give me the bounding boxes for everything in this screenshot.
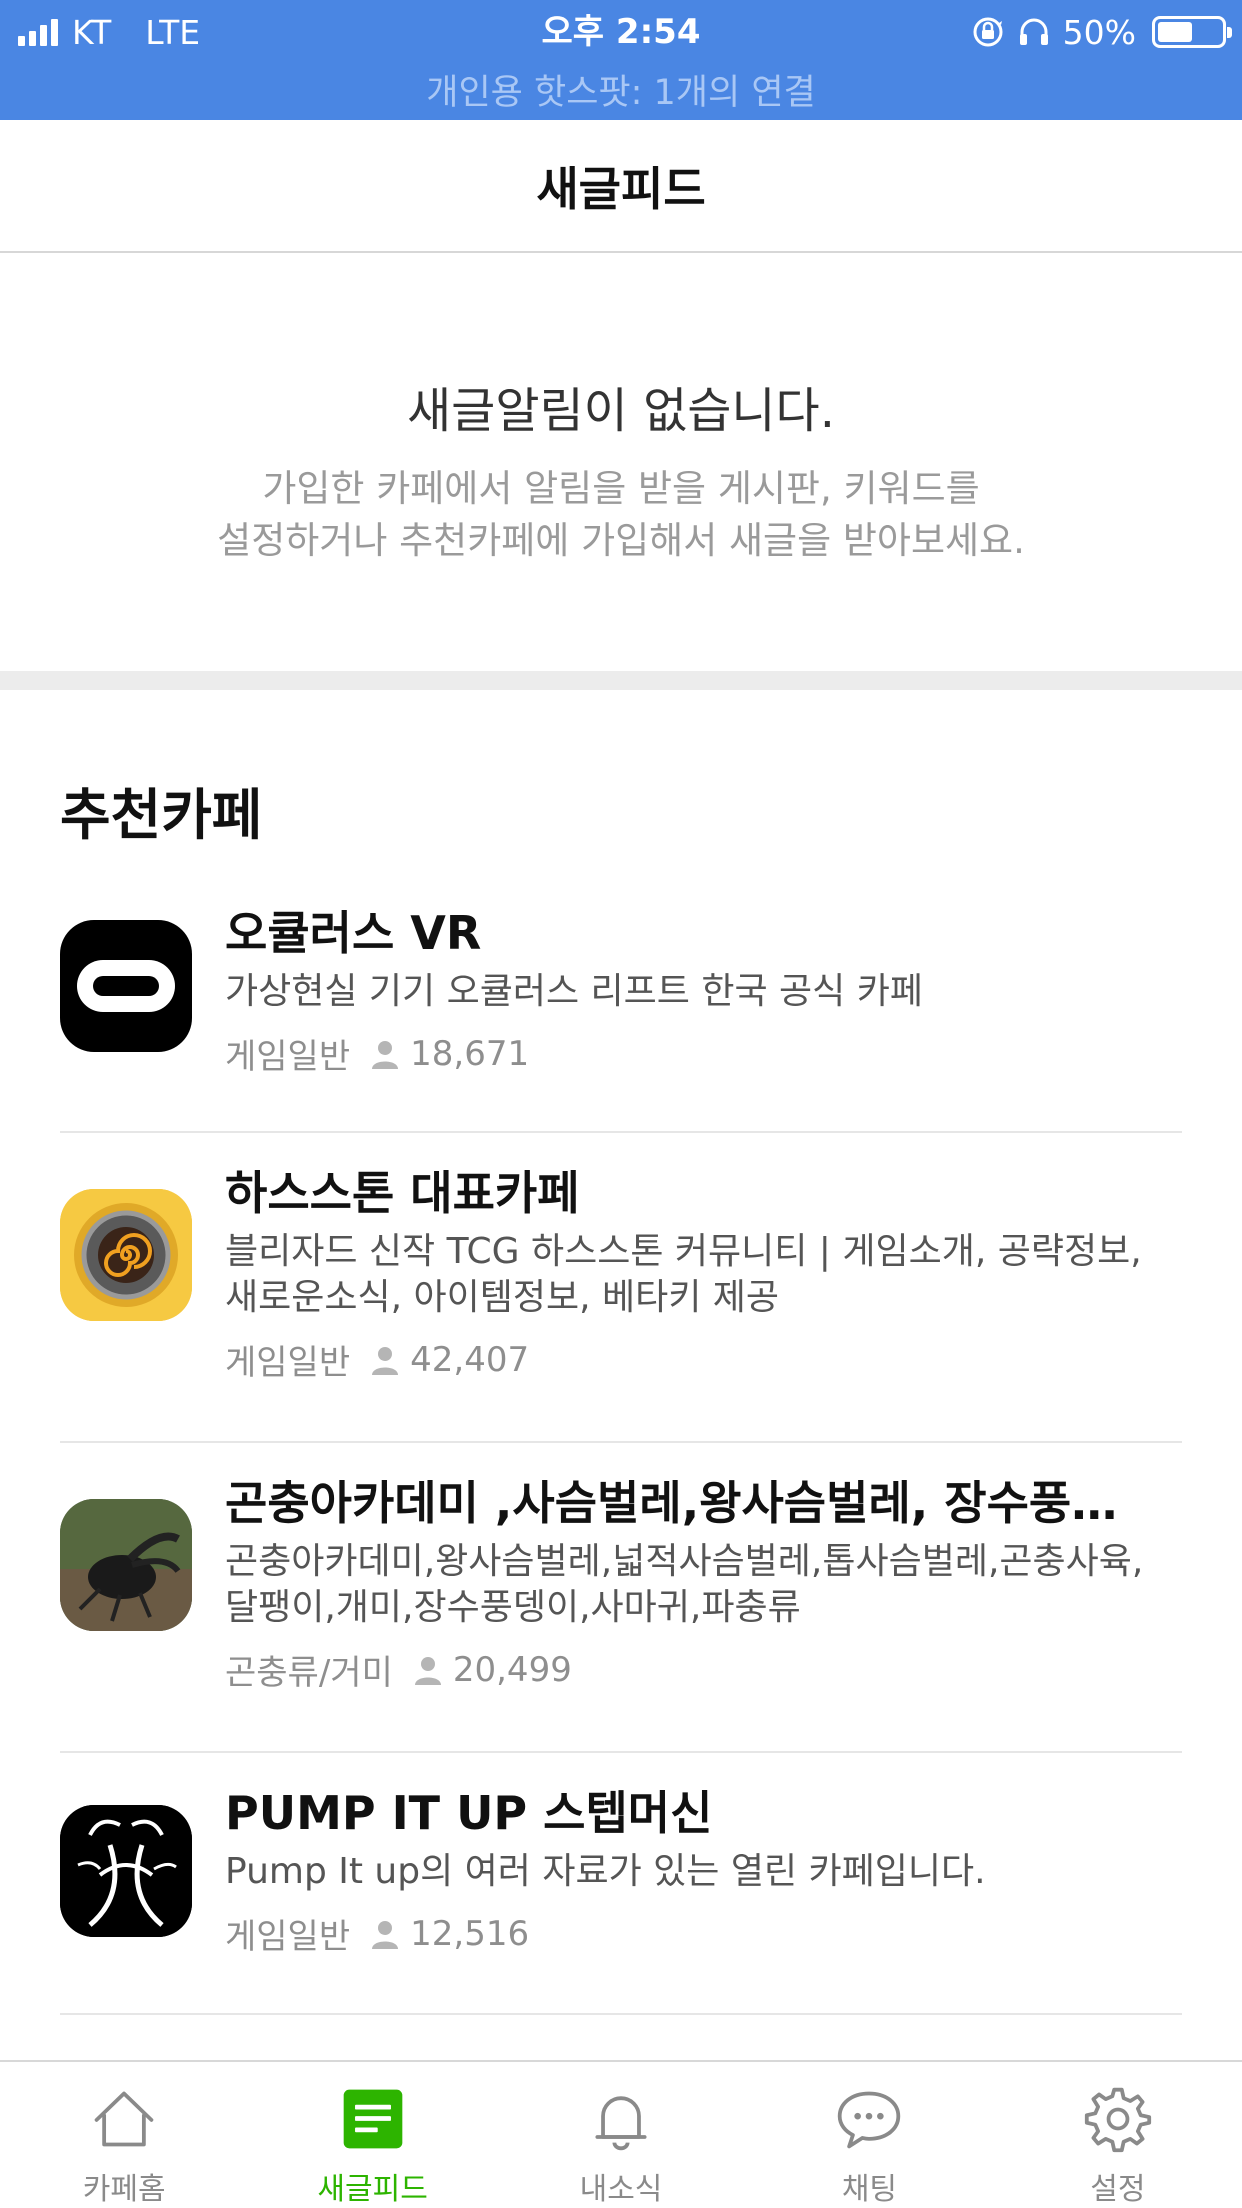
recommend-cafe-list: 오큘러스 VR 가상현실 기기 오큘러스 리프트 한국 공식 카페 게임일반 1… [60, 905, 1182, 2015]
cafe-description: 가상현실 기기 오큘러스 리프트 한국 공식 카페 [225, 969, 1182, 1015]
cafe-item[interactable]: 오큘러스 VR 가상현실 기기 오큘러스 리프트 한국 공식 카페 게임일반 1… [60, 905, 1182, 1133]
cafe-member-count: 42,407 [410, 1339, 530, 1380]
empty-title: 새글알림이 없습니다. [407, 383, 835, 439]
home-icon [94, 2091, 154, 2147]
tab-label: 새글피드 [317, 2172, 428, 2207]
tab-label: 설정 [1090, 2172, 1146, 2207]
tab-cafe-home[interactable]: 카페홈 [0, 2062, 248, 2208]
rotation-lock-icon [973, 17, 1003, 47]
recommend-title: 추천카페 [60, 783, 263, 847]
tab-label: 내소식 [579, 2172, 663, 2207]
tab-new-feed[interactable]: 새글피드 [248, 2062, 496, 2208]
battery-icon [1152, 16, 1232, 48]
cafe-desc-line: 가상현실 기기 오큘러스 리프트 한국 공식 카페 [225, 971, 923, 1012]
empty-notice: 새글알림이 없습니다. 가입한 카페에서 알림을 받을 게시판, 키워드를 설정… [0, 253, 1242, 671]
cafe-name: PUMP IT UP 스텝머신 [225, 1786, 713, 1840]
cafe-description: 블리자드 신작 TCG 하스스톤 커뮤니티 | 게임소개, 공략정보, 새로운소… [225, 1229, 1182, 1321]
cafe-meta: 곤충류/거미 20,499 [225, 1645, 1182, 1694]
gear-icon [1084, 2087, 1151, 2153]
empty-desc-line: 설정하거나 추천카페에 가입해서 새글을 받아보세요. [217, 519, 1025, 562]
stag-beetle-photo-icon [60, 1499, 192, 1631]
cafe-member-count: 18,671 [410, 1033, 530, 1074]
tab-label: 카페홈 [82, 2172, 166, 2207]
cafe-description: Pump It up의 여러 자료가 있는 열린 카페입니다. [225, 1849, 1182, 1895]
cafe-name: 곤충아카데미 ,사슴벌레,왕사슴벌레, 장수풍뎅이 [225, 1476, 1145, 1530]
hearthstone-logo-icon [60, 1189, 192, 1321]
status-right: 50% [971, 10, 1232, 54]
empty-desc-line: 가입한 카페에서 알림을 받을 게시판, 키워드를 [262, 467, 980, 510]
tab-chat[interactable]: 채팅 [745, 2062, 993, 2208]
cafe-member-count: 20,499 [452, 1649, 572, 1690]
cafe-name: 오큘러스 VR [225, 906, 482, 960]
cafe-desc-line: 새로운소식, 아이템정보, 베타키 제공 [225, 1277, 780, 1318]
cafe-meta: 게임일반 12,516 [225, 1909, 1182, 1958]
cafe-name: 하스스톤 대표카페 [225, 1166, 580, 1220]
feed-icon [343, 2089, 402, 2149]
page-title: 새글피드 [536, 161, 706, 216]
tab-settings[interactable]: 설정 [994, 2062, 1242, 2208]
cafe-category: 게임일반 [225, 1343, 351, 1383]
section-divider [0, 671, 1242, 690]
empty-description: 가입한 카페에서 알림을 받을 게시판, 키워드를 설정하거나 추천카페에 가입… [0, 463, 1242, 567]
tab-label: 채팅 [841, 2172, 898, 2207]
tab-my-news[interactable]: 내소식 [497, 2062, 745, 2208]
cafe-category: 곤충류/거미 [225, 1653, 393, 1693]
cafe-member-count: 12,516 [410, 1913, 530, 1954]
cafe-desc-line: 달팽이,개미,장수풍뎅이,사마귀,파충류 [225, 1587, 801, 1628]
cafe-description: 곤충아카데미,왕사슴벌레,넓적사슴벌레,톱사슴벌레,곤충사육, 달팽이,개미,장… [225, 1539, 1182, 1631]
hotspot-banner[interactable]: 개인용 핫스팟: 1개의 연결 [0, 64, 1242, 115]
cafe-desc-line: 블리자드 신작 TCG 하스스톤 커뮤니티 | 게임소개, 공략정보, [225, 1231, 1142, 1272]
cafe-desc-line: 곤충아카데미,왕사슴벌레,넓적사슴벌레,톱사슴벌레,곤충사육, [225, 1541, 1144, 1582]
member-icon [372, 1346, 399, 1375]
cafe-meta: 게임일반 18,671 [225, 1029, 1182, 1078]
pump-it-up-logo-icon [60, 1805, 192, 1937]
battery-percent: 50% [1062, 12, 1136, 52]
nav-header: 새글피드 [0, 120, 1242, 253]
oculus-logo-icon [60, 920, 192, 1052]
headphones-icon [1019, 18, 1048, 45]
chat-icon [838, 2091, 901, 2149]
cafe-category: 게임일반 [225, 1037, 351, 1077]
member-icon [372, 1920, 399, 1949]
cafe-item[interactable]: 하스스톤 대표카페 블리자드 신작 TCG 하스스톤 커뮤니티 | 게임소개, … [60, 1133, 1182, 1443]
cafe-item[interactable]: 곤충아카데미 ,사슴벌레,왕사슴벌레, 장수풍뎅이 곤충아카데미,왕사슴벌레,넓… [60, 1443, 1182, 1753]
cafe-item[interactable]: PUMP IT UP 스텝머신 Pump It up의 여러 자료가 있는 열린… [60, 1753, 1182, 2015]
member-icon [372, 1040, 399, 1069]
bell-icon [595, 2096, 647, 2151]
cafe-meta: 게임일반 42,407 [225, 1335, 1182, 1384]
member-icon [414, 1656, 441, 1685]
cafe-category: 게임일반 [225, 1917, 351, 1957]
status-bar: KT LTE 오후 2:54 50% 개인용 핫스팟: 1개의 연결 [0, 0, 1242, 120]
cafe-desc-line: Pump It up의 여러 자료가 있는 열린 카페입니다. [225, 1851, 986, 1892]
bottom-tab-bar: 카페홈 새글피드 내소식 채팅 설정 [0, 2060, 1242, 2208]
